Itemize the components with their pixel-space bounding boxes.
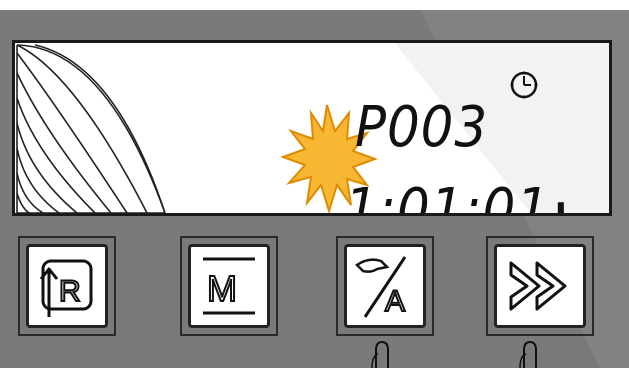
svg-text:A: A [385, 285, 405, 318]
device-stage: P003 1:01:01 L R M [0, 0, 629, 368]
menu-m-icon: M [203, 257, 255, 315]
controller-face: P003 1:01:01 L R M [0, 10, 629, 368]
return-button[interactable]: R [26, 244, 108, 328]
finger-press-icon [519, 340, 537, 368]
return-r-icon: R [39, 259, 93, 317]
hand-auto-button[interactable]: A [344, 244, 426, 328]
fan-segments-icon [16, 44, 166, 213]
finger-press-icon [371, 340, 389, 368]
lcd-display: P003 1:01:01 L [12, 40, 612, 216]
menu-button[interactable]: M [188, 244, 270, 328]
program-number-readout: P003 [355, 95, 489, 160]
fast-forward-icon [509, 261, 567, 311]
time-readout: 1:01:01 [345, 177, 551, 216]
svg-text:R: R [59, 275, 81, 308]
mode-indicator: L [555, 193, 581, 213]
fast-forward-button[interactable] [494, 244, 586, 328]
svg-text:M: M [207, 268, 237, 309]
hand-auto-icon: A [355, 256, 407, 319]
